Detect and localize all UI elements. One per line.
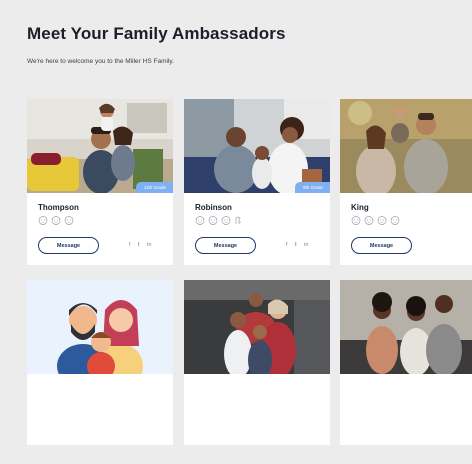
child-face-icon — [195, 216, 205, 225]
child-face-icon — [221, 216, 231, 225]
child-face-icon — [377, 216, 387, 225]
ambassador-card-thompson: 11th Grade Thompson Message f 𝕥 in — [27, 99, 173, 265]
child-face-icon — [51, 216, 61, 225]
family-photo — [340, 280, 472, 374]
social-links: f 𝕥 in — [129, 242, 151, 248]
children-icons — [38, 216, 74, 225]
ambassador-card-photo — [340, 280, 472, 445]
twitter-icon[interactable]: 𝕥 — [138, 242, 141, 248]
family-name: Robinson — [195, 203, 232, 212]
message-button[interactable]: Message — [351, 237, 412, 254]
ambassador-card-photo — [184, 280, 330, 445]
ambassador-card-illustrated — [27, 280, 173, 445]
child-face-icon — [390, 216, 400, 225]
family-photo — [27, 99, 173, 193]
facebook-icon[interactable]: f — [129, 242, 131, 248]
message-button[interactable]: Message — [195, 237, 256, 254]
family-name: Thompson — [38, 203, 79, 212]
child-face-icon — [64, 216, 74, 225]
page-subtitle: We're here to welcome you to the Miller … — [27, 58, 174, 65]
children-icons — [351, 216, 400, 225]
facebook-icon[interactable]: f — [286, 242, 288, 248]
family-name: King — [351, 203, 369, 212]
child-face-icon — [208, 216, 218, 225]
family-illustration — [27, 280, 173, 374]
child-face-icon — [38, 216, 48, 225]
page-title: Meet Your Family Ambassadors — [27, 24, 286, 43]
family-photo — [340, 99, 472, 193]
child-face-icon — [351, 216, 361, 225]
social-links: f 𝕥 in — [286, 242, 308, 248]
ambassador-grid: 11th Grade Thompson Message f 𝕥 in 9th G… — [27, 99, 472, 459]
child-face-icon — [364, 216, 374, 225]
twitter-icon[interactable]: 𝕥 — [295, 242, 298, 248]
family-photo — [184, 280, 330, 374]
ambassador-card-king: King Message — [340, 99, 472, 265]
family-photo — [184, 99, 330, 193]
grade-badge: 11th Grade — [135, 182, 173, 193]
children-icons — [195, 216, 242, 225]
grade-badge: 9th Grade — [294, 182, 330, 193]
linkedin-icon[interactable]: in — [304, 242, 308, 248]
ambassador-card-robinson: 9th Grade Robinson Message f 𝕥 in — [184, 99, 330, 265]
linkedin-icon[interactable]: in — [147, 242, 151, 248]
dog-icon — [234, 216, 242, 225]
message-button[interactable]: Message — [38, 237, 99, 254]
